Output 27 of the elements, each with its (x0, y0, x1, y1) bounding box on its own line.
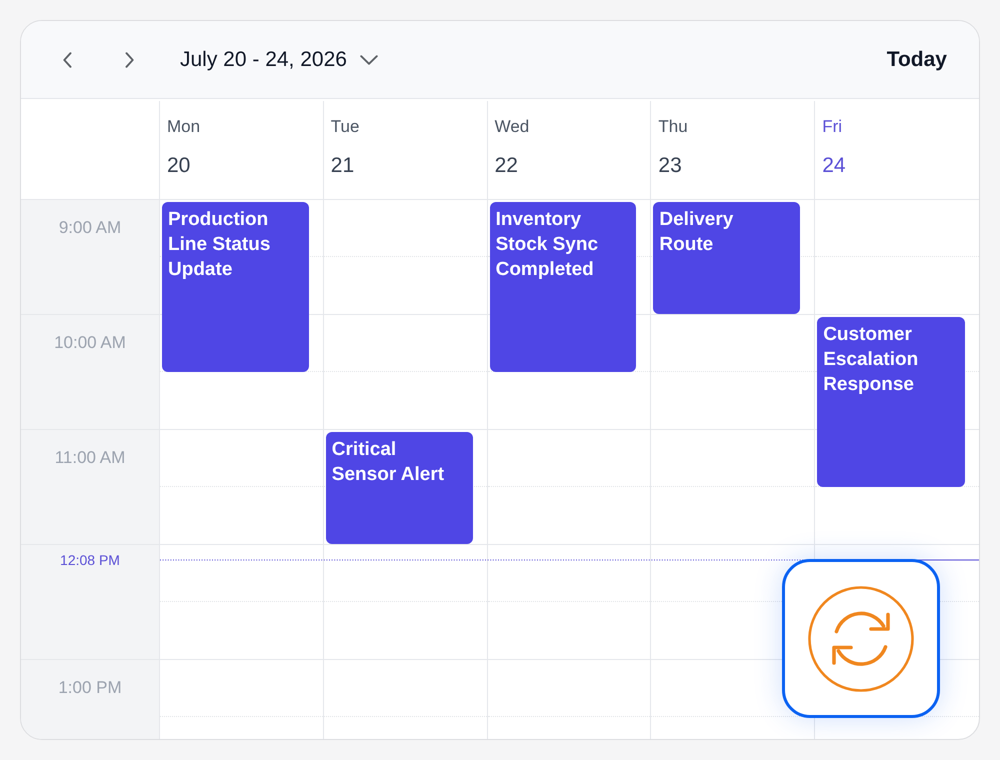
day-name: Fri (822, 117, 842, 137)
event-block[interactable]: Delivery Route (653, 202, 800, 314)
today-button[interactable]: Today (886, 44, 947, 76)
day-date: 23 (658, 154, 682, 178)
event-block[interactable]: Inventory Stock Sync Completed (490, 202, 636, 372)
chevron-left-icon (62, 52, 72, 68)
day-name: Thu (658, 117, 688, 137)
event-block[interactable]: Production Line Status Update (162, 202, 309, 372)
refresh-button[interactable] (782, 559, 940, 718)
chevron-right-icon (124, 52, 134, 68)
day-name: Tue (330, 117, 360, 137)
day-date: 24 (822, 154, 846, 178)
day-date: 20 (167, 154, 190, 178)
event-block[interactable]: Critical Sensor Alert (326, 432, 473, 544)
day-date: 21 (330, 154, 354, 178)
day-name: Wed (494, 117, 530, 137)
time-label: 1:00 PM (58, 678, 122, 698)
date-range-dropdown[interactable]: July 20 - 24, 2026 (180, 44, 378, 76)
refresh-icon (808, 586, 914, 692)
chevron-down-icon (360, 55, 378, 65)
time-label: 11:00 AM (54, 448, 126, 468)
time-label: 9:00 AM (58, 218, 122, 238)
event-block[interactable]: Customer Escalation Response (817, 317, 965, 486)
day-name: Mon (167, 117, 200, 137)
day-date: 22 (494, 154, 518, 178)
time-label: 10:00 AM (54, 333, 126, 353)
current-time-label: 12:08 PM (59, 551, 121, 570)
